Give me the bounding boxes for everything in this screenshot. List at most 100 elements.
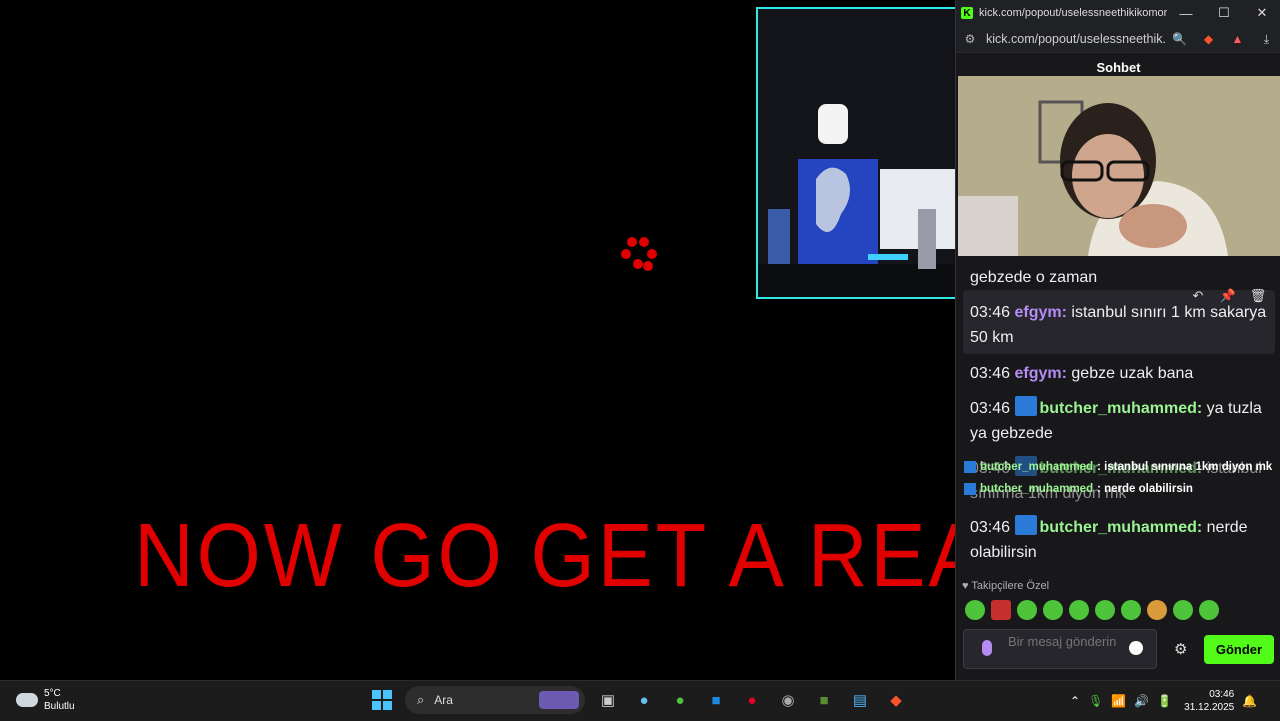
weather-temperature: 5°C xyxy=(44,688,61,699)
emote-icon[interactable] xyxy=(1017,600,1037,620)
alert-username: butcher_muhammed xyxy=(980,483,1094,495)
minimize-button[interactable]: — xyxy=(1167,6,1205,21)
window-title: kick.com/popout/uselessneethikikomori... xyxy=(979,7,1167,19)
delete-icon[interactable]: 🗑 xyxy=(1248,286,1268,306)
microphone-icon[interactable] xyxy=(982,640,992,656)
chevron-up-icon[interactable]: ⌃ xyxy=(1070,694,1080,708)
stream-overlay-text: NOW GO GET A REAL xyxy=(134,506,956,606)
steam-icon[interactable]: ● xyxy=(631,687,657,713)
maximize-button[interactable]: ☐ xyxy=(1205,5,1243,21)
message-username[interactable]: butcher_muhammed xyxy=(1040,519,1197,536)
moderator-badge-icon xyxy=(1014,396,1037,416)
room-camera-image xyxy=(758,9,956,297)
address-bar: ⚙ kick.com/popout/uselessneethik... 🔍 ◆ … xyxy=(956,26,1280,53)
task-view-icon[interactable]: ▣ xyxy=(595,687,621,713)
chat-message: 03:46 butcher_muhammed: ya tuzla ya gebz… xyxy=(970,396,1270,446)
game-app-icon[interactable]: ● xyxy=(667,687,693,713)
windows-taskbar: 5°C Bulutlu ⌕ Ara ▣ ● ● ■ ● ◉ ■ ▤ ◆ ⌃ 🎙 … xyxy=(0,680,1280,721)
emote-icon[interactable] xyxy=(1043,600,1063,620)
close-button[interactable]: ✕ xyxy=(1243,5,1280,21)
chat-alert-overlay: butcher_muhammed : istanbul sınırına 1km… xyxy=(964,456,1276,500)
moderator-badge-icon xyxy=(1014,515,1037,535)
chat-title: Sohbet xyxy=(1096,60,1141,75)
message-actions: ↶ 📌 🗑 xyxy=(1188,286,1268,306)
emoji-picker-icon[interactable] xyxy=(1129,641,1143,655)
taskbar-search[interactable]: ⌕ Ara xyxy=(405,686,585,714)
minecraft-icon[interactable]: ■ xyxy=(811,687,837,713)
chat-message: 03:46 efgym: gebze uzak bana xyxy=(970,365,1194,382)
emote-icon[interactable] xyxy=(1147,600,1167,620)
outlook-icon[interactable]: ■ xyxy=(703,687,729,713)
brave-shield-icon[interactable]: ◆ xyxy=(1194,32,1223,46)
heart-icon: ♥ xyxy=(962,580,969,592)
brave-browser-icon[interactable]: ◆ xyxy=(883,687,909,713)
streamer-camera-feed xyxy=(958,76,1280,256)
emote-icon[interactable] xyxy=(965,600,985,620)
start-button[interactable] xyxy=(369,687,395,713)
alert-line: butcher_muhammed : istanbul sınırına 1km… xyxy=(964,456,1276,478)
streamer-camera-image xyxy=(958,76,1280,256)
send-button[interactable]: Gönder xyxy=(1204,635,1274,664)
emote-bar xyxy=(965,600,1219,620)
room-camera-feed xyxy=(756,7,956,299)
chat-message-input[interactable] xyxy=(1008,635,1118,663)
moderator-badge-icon xyxy=(964,461,976,473)
search-highlight-image xyxy=(539,691,579,709)
alert-username: butcher_muhammed xyxy=(980,461,1094,473)
volume-icon[interactable]: 🔊 xyxy=(1134,694,1149,708)
message-username[interactable]: efgym xyxy=(1015,304,1062,321)
emote-icon[interactable] xyxy=(1095,600,1115,620)
battery-icon[interactable]: 🔋 xyxy=(1157,694,1172,708)
microphone-tray-icon[interactable]: 🎙 xyxy=(1088,694,1103,708)
pin-icon[interactable]: 📌 xyxy=(1218,286,1238,306)
stream-area: NOW GO GET A REAL xyxy=(0,0,956,680)
emote-icon[interactable] xyxy=(991,600,1011,620)
weather-description: Bulutlu xyxy=(44,701,75,712)
alert-line: butcher_muhammed : nerde olabilirsin xyxy=(964,478,1276,500)
clock-date: 31.12.2025 xyxy=(1184,702,1235,713)
zoom-icon[interactable]: 🔍 xyxy=(1165,32,1194,46)
message-time: 03:46 xyxy=(970,304,1011,321)
emote-icon[interactable] xyxy=(1069,600,1089,620)
site-settings-icon[interactable]: ⚙ xyxy=(956,32,984,46)
clock[interactable]: 03:46 31.12.2025 xyxy=(1184,688,1234,714)
message-time: 03:46 xyxy=(970,519,1011,536)
message-username[interactable]: efgym xyxy=(1015,365,1062,382)
wifi-icon[interactable]: 📶 xyxy=(1111,694,1126,708)
windows-logo-icon xyxy=(372,690,392,710)
chat-settings-gear-icon[interactable]: ⚙ xyxy=(1174,640,1187,658)
alert-text: : istanbul sınırına 1km diyon mk xyxy=(1097,461,1273,473)
window-titlebar: K kick.com/popout/uselessneethikikomori.… xyxy=(956,0,1280,26)
brave-rewards-icon[interactable]: ▲ xyxy=(1223,32,1252,46)
notepad-icon[interactable]: ▤ xyxy=(847,687,873,713)
chat-message: 03:46 butcher_muhammed: nerde olabilirsi… xyxy=(970,515,1270,565)
moderator-badge-icon xyxy=(964,483,976,495)
pinterest-icon[interactable]: ● xyxy=(739,687,765,713)
weather-widget[interactable]: 5°C Bulutlu xyxy=(16,687,75,713)
url-text[interactable]: kick.com/popout/uselessneethik... xyxy=(984,32,1165,46)
followers-only-label: ♥ Takipçilere Özel xyxy=(962,580,1050,592)
download-icon[interactable]: ⤓ xyxy=(1252,32,1280,47)
taskbar-apps: ⌕ Ara ▣ ● ● ■ ● ◉ ■ ▤ ◆ xyxy=(369,686,909,714)
cloud-icon xyxy=(16,693,38,707)
notification-icon[interactable]: 🔔 xyxy=(1242,694,1257,708)
message-username[interactable]: butcher_muhammed xyxy=(1040,400,1197,417)
undo-icon[interactable]: ↶ xyxy=(1188,286,1208,306)
message-text: gebzede o zaman xyxy=(970,269,1098,286)
message-composer xyxy=(963,629,1157,669)
alert-text: : nerde olabilirsin xyxy=(1097,483,1193,495)
kick-logo-icon: K xyxy=(961,7,973,19)
search-icon: ⌕ xyxy=(417,692,425,707)
obs-icon[interactable]: ◉ xyxy=(775,687,801,713)
emote-icon[interactable] xyxy=(1199,600,1219,620)
chat-message[interactable]: 03:46 efgym: istanbul sınırı 1 km sakary… xyxy=(970,300,1270,350)
emote-icon[interactable] xyxy=(1121,600,1141,620)
red-emblem-icon xyxy=(621,237,657,271)
message-text: gebze uzak bana xyxy=(1071,365,1194,382)
emote-icon[interactable] xyxy=(1173,600,1193,620)
message-time: 03:46 xyxy=(970,400,1011,417)
system-tray: ⌃ 🎙 📶 🔊 🔋 03:46 31.12.2025 🔔 xyxy=(1070,681,1257,721)
message-time: 03:46 xyxy=(970,365,1011,382)
clock-time: 03:46 xyxy=(1209,689,1235,700)
search-label: Ara xyxy=(434,693,453,707)
